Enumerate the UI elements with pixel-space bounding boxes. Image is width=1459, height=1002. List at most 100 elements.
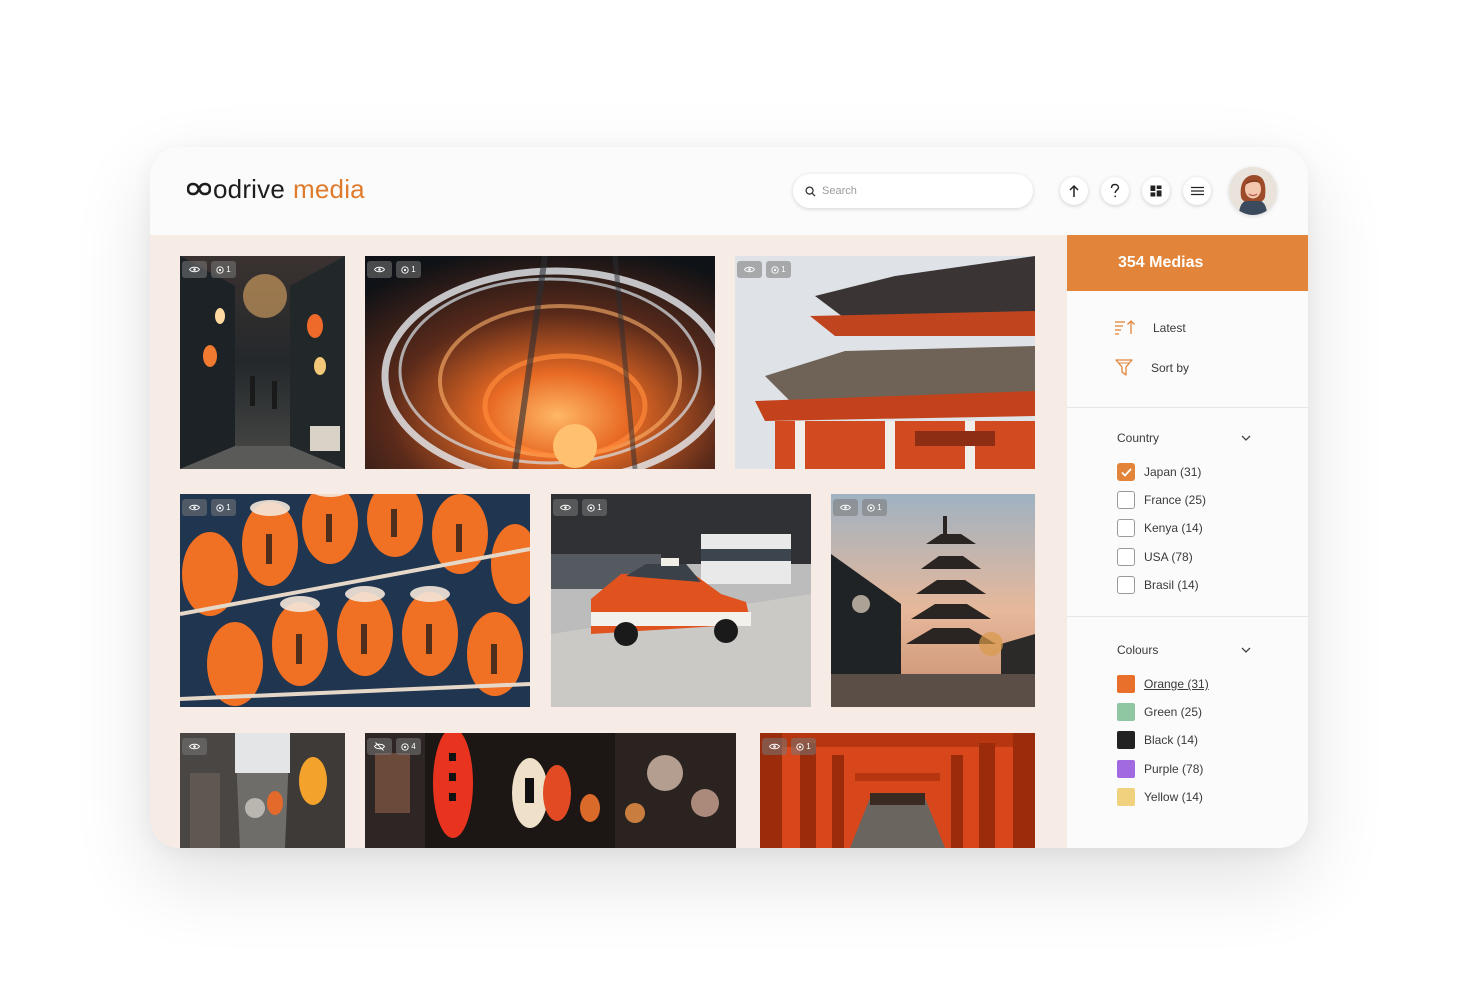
country-option-japan[interactable]: Japan (31): [1117, 463, 1201, 481]
sort-latest[interactable]: Latest: [1115, 320, 1186, 335]
share-count: 4: [411, 742, 416, 751]
media-tile-paper-lanterns[interactable]: 1: [180, 494, 530, 707]
media-tile-light-trails[interactable]: 1: [365, 256, 715, 469]
colour-option-black[interactable]: Black (14): [1117, 731, 1198, 749]
share-count: 1: [226, 503, 231, 512]
tile-badges: 1: [737, 261, 791, 278]
media-tile-temple-roof[interactable]: 1: [735, 256, 1035, 469]
tile-badges: 1: [367, 261, 421, 278]
colour-swatch[interactable]: [1117, 731, 1135, 749]
share-count-badge[interactable]: 1: [862, 499, 887, 516]
colours-section-title: Colours: [1117, 643, 1159, 657]
share-count: 1: [806, 742, 811, 751]
country-option-usa[interactable]: USA (78): [1117, 548, 1193, 566]
upload-icon: [1069, 184, 1079, 197]
colour-swatch[interactable]: [1117, 760, 1135, 778]
menu-button[interactable]: [1183, 177, 1211, 205]
share-icon: [771, 265, 779, 274]
share-count: 1: [877, 503, 882, 512]
menu-icon: [1190, 186, 1204, 196]
country-option-france[interactable]: France (25): [1117, 491, 1206, 509]
filter-funnel-icon: [1115, 359, 1133, 376]
eye-icon: [769, 743, 780, 750]
share-icon: [401, 265, 409, 274]
checkmark-icon: [1120, 467, 1132, 477]
sidebar-divider: [1067, 407, 1308, 408]
checkbox[interactable]: [1117, 491, 1135, 509]
colour-swatch[interactable]: [1117, 675, 1135, 693]
tile-badges: 1: [182, 499, 236, 516]
visibility-badge[interactable]: [182, 261, 207, 278]
share-count-badge[interactable]: 4: [396, 738, 421, 755]
checkbox[interactable]: [1117, 519, 1135, 537]
share-count: 1: [597, 503, 602, 512]
eye-icon: [374, 266, 385, 273]
hidden-badge[interactable]: [367, 738, 392, 755]
help-icon: [1110, 183, 1120, 198]
tile-badges: 1: [182, 261, 236, 278]
colour-option-purple[interactable]: Purple (78): [1117, 760, 1203, 778]
share-icon: [867, 503, 875, 512]
media-tile-pagoda-street[interactable]: 1: [831, 494, 1035, 707]
eye-icon: [189, 743, 200, 750]
visibility-badge[interactable]: [762, 738, 787, 755]
help-button[interactable]: [1101, 177, 1129, 205]
checkbox[interactable]: [1117, 576, 1135, 594]
upload-button[interactable]: [1060, 177, 1088, 205]
colours-section-header[interactable]: Colours: [1117, 643, 1251, 657]
visibility-badge[interactable]: [182, 499, 207, 516]
app-window: odrive media Search 1 1 1 1 1 1 4 1 354 …: [150, 147, 1308, 848]
eye-off-icon: [374, 742, 385, 751]
user-avatar[interactable]: [1229, 167, 1277, 215]
share-count-badge[interactable]: 1: [791, 738, 816, 755]
logo[interactable]: odrive media: [187, 171, 365, 207]
photo-paper-lanterns: [180, 494, 530, 707]
sort-latest-label: Latest: [1153, 320, 1186, 335]
chevron-down-icon: [1241, 435, 1251, 441]
colour-swatch[interactable]: [1117, 703, 1135, 721]
media-tile-narrow-alley[interactable]: [180, 733, 345, 848]
colour-option-orange[interactable]: Orange (31): [1117, 675, 1209, 693]
media-gallery: 1 1 1 1 1 1 4 1: [150, 235, 1067, 848]
search-bar[interactable]: [793, 174, 1033, 208]
sort-by[interactable]: Sort by: [1115, 359, 1189, 376]
media-tile-alley-lanterns[interactable]: 1: [180, 256, 345, 469]
eye-icon: [744, 266, 755, 273]
share-count-badge[interactable]: 1: [582, 499, 607, 516]
sidebar-divider: [1067, 616, 1308, 617]
visibility-badge[interactable]: [737, 261, 762, 278]
share-count-badge[interactable]: 1: [211, 499, 236, 516]
share-count-badge[interactable]: 1: [396, 261, 421, 278]
media-tile-torii-gates[interactable]: 1: [760, 733, 1035, 848]
colour-swatch[interactable]: [1117, 788, 1135, 806]
media-count-banner: 354 Medias: [1067, 235, 1308, 291]
share-icon: [587, 503, 595, 512]
checkbox-checked[interactable]: [1117, 463, 1135, 481]
country-option-label: Japan (31): [1144, 465, 1202, 479]
country-option-kenya[interactable]: Kenya (14): [1117, 519, 1203, 537]
grid-icon: [1150, 185, 1162, 197]
search-icon: [805, 185, 816, 197]
media-tile-red-taxi[interactable]: 1: [551, 494, 811, 707]
checkbox[interactable]: [1117, 548, 1135, 566]
tile-badges: 1: [833, 499, 887, 516]
photo-pagoda-street: [831, 494, 1035, 707]
visibility-badge[interactable]: [182, 738, 207, 755]
visibility-badge[interactable]: [553, 499, 578, 516]
country-section-header[interactable]: Country: [1117, 431, 1251, 445]
photo-temple-roof: [735, 256, 1035, 469]
share-icon: [401, 742, 409, 751]
photo-red-taxi: [551, 494, 811, 707]
media-tile-night-market[interactable]: 4: [365, 733, 736, 848]
share-count-badge[interactable]: 1: [766, 261, 791, 278]
visibility-badge[interactable]: [367, 261, 392, 278]
search-input[interactable]: [822, 185, 1012, 197]
eye-icon: [560, 504, 571, 511]
grid-button[interactable]: [1142, 177, 1170, 205]
share-count: 1: [781, 265, 786, 274]
visibility-badge[interactable]: [833, 499, 858, 516]
colour-option-yellow[interactable]: Yellow (14): [1117, 788, 1203, 806]
colour-option-green[interactable]: Green (25): [1117, 703, 1202, 721]
country-option-brasil[interactable]: Brasil (14): [1117, 576, 1199, 594]
share-count-badge[interactable]: 1: [211, 261, 236, 278]
